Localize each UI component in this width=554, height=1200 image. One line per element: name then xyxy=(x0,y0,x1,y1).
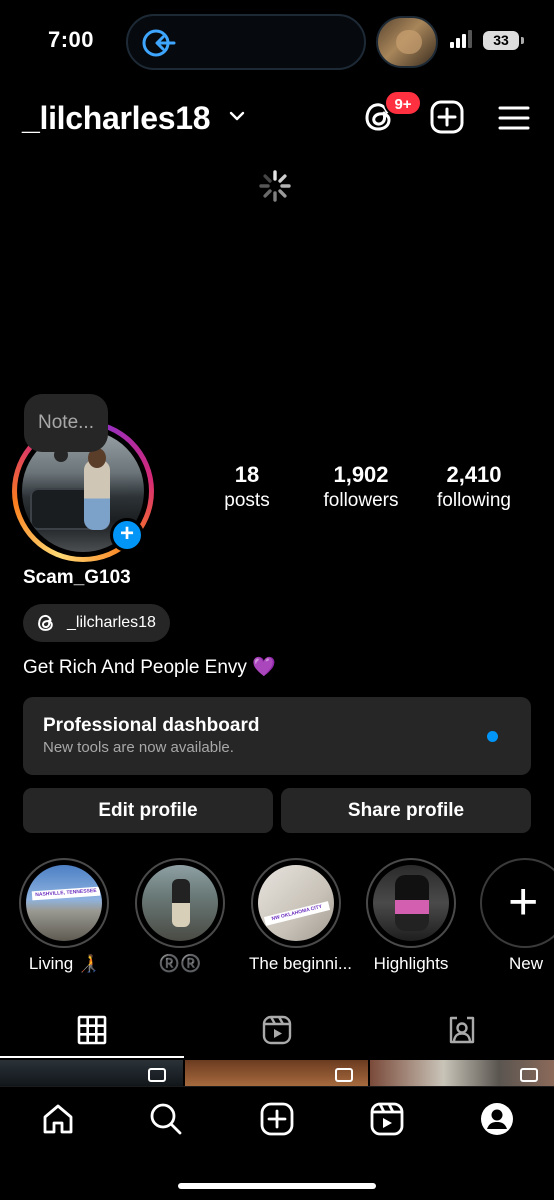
home-icon[interactable] xyxy=(40,1101,76,1137)
display-name: Scam_G103 xyxy=(23,567,131,588)
highlight-label: Living 🧑‍🦯 xyxy=(28,954,100,973)
highlight-label: New xyxy=(509,954,544,973)
highlight-item[interactable]: Highlights xyxy=(364,858,458,974)
dashboard-title: Professional dashboard xyxy=(43,715,260,736)
loading-spinner-icon xyxy=(259,170,291,202)
new-indicator-dot xyxy=(487,731,498,742)
following-stat[interactable]: 2,410 following xyxy=(424,462,524,514)
location-sticker: NASHVILLE, TENNESSEE xyxy=(31,886,101,901)
highlight-cover: NW OKLAHOMA CITY xyxy=(258,865,334,941)
reel-badge-icon xyxy=(148,1068,166,1082)
threads-icon xyxy=(38,614,53,631)
create-post-icon[interactable] xyxy=(259,1101,295,1137)
posts-stat[interactable]: 18 posts xyxy=(207,462,287,514)
menu-icon[interactable] xyxy=(496,100,532,136)
battery-indicator: 33 xyxy=(483,31,524,50)
highlight-label: ®️®️ xyxy=(158,954,202,973)
profile-tabs xyxy=(0,1008,554,1058)
following-count: 2,410 xyxy=(446,462,502,487)
reels-icon[interactable] xyxy=(369,1101,405,1137)
search-icon[interactable] xyxy=(148,1101,184,1137)
followers-label: followers xyxy=(323,490,399,511)
notification-badge: 9+ xyxy=(384,90,422,116)
reel-badge-icon xyxy=(520,1068,538,1082)
tab-reels[interactable] xyxy=(185,1008,369,1058)
threads-profile-link[interactable]: _lilcharles18 xyxy=(23,604,170,642)
tagged-person-icon xyxy=(449,1016,475,1044)
following-label: following xyxy=(437,490,511,511)
highlight-label: Highlights xyxy=(373,954,449,973)
chevron-down-icon[interactable] xyxy=(228,109,246,123)
highlight-cover xyxy=(142,865,218,941)
home-indicator xyxy=(178,1183,376,1189)
followers-count: 1,902 xyxy=(333,462,389,487)
professional-dashboard[interactable]: Professional dashboard New tools are now… xyxy=(23,697,531,775)
followers-stat[interactable]: 1,902 followers xyxy=(311,462,411,514)
add-story-button[interactable]: + xyxy=(110,518,144,552)
highlight-item[interactable]: NASHVILLE, TENNESSEE Living 🧑‍🦯 xyxy=(17,858,111,974)
share-profile-button[interactable]: Share profile xyxy=(281,788,531,833)
grid-post[interactable] xyxy=(0,1060,183,1086)
create-post-icon[interactable] xyxy=(428,98,466,136)
highlight-label: The beginni... xyxy=(249,954,353,973)
dashboard-subtitle: New tools are now available. xyxy=(43,739,234,756)
highlight-item[interactable]: NW OKLAHOMA CITY The beginni... xyxy=(249,858,353,974)
highlight-cover xyxy=(373,865,449,941)
grid-post[interactable] xyxy=(185,1060,368,1086)
profile-header: _lilcharles18 xyxy=(0,96,554,144)
note-bubble[interactable]: Note... xyxy=(24,394,108,462)
status-bar: 7:00 33 xyxy=(0,0,554,80)
reel-badge-icon xyxy=(335,1068,353,1082)
sign-in-icon xyxy=(142,29,176,57)
posts-count: 18 xyxy=(234,462,260,487)
new-highlight-button[interactable]: + New xyxy=(480,858,554,974)
edit-profile-button[interactable]: Edit profile xyxy=(23,788,273,833)
username-switcher[interactable]: _lilcharles18 xyxy=(22,100,211,137)
clock: 7:00 xyxy=(48,27,95,52)
active-tab-indicator xyxy=(0,1056,184,1058)
now-playing-thumbnail[interactable] xyxy=(376,16,438,68)
dynamic-island[interactable] xyxy=(126,14,366,70)
profile-icon[interactable] xyxy=(479,1101,515,1137)
plus-icon: + xyxy=(508,873,539,931)
post-grid xyxy=(0,1060,554,1086)
posts-label: posts xyxy=(224,490,270,511)
bottom-navigation xyxy=(0,1086,554,1200)
highlight-item[interactable]: ®️®️ xyxy=(133,858,227,974)
highlight-cover: NASHVILLE, TENNESSEE xyxy=(26,865,102,941)
grid-post[interactable] xyxy=(370,1060,554,1086)
threads-handle: _lilcharles18 xyxy=(67,614,156,631)
reels-icon xyxy=(262,1015,292,1045)
grid-icon xyxy=(77,1015,107,1045)
cellular-signal-icon xyxy=(450,30,472,48)
location-sticker: NW OKLAHOMA CITY xyxy=(263,901,331,926)
tab-tagged[interactable] xyxy=(370,1008,554,1058)
bio: Get Rich And People Envy 💜 xyxy=(23,657,276,678)
tab-grid[interactable] xyxy=(0,1008,184,1058)
